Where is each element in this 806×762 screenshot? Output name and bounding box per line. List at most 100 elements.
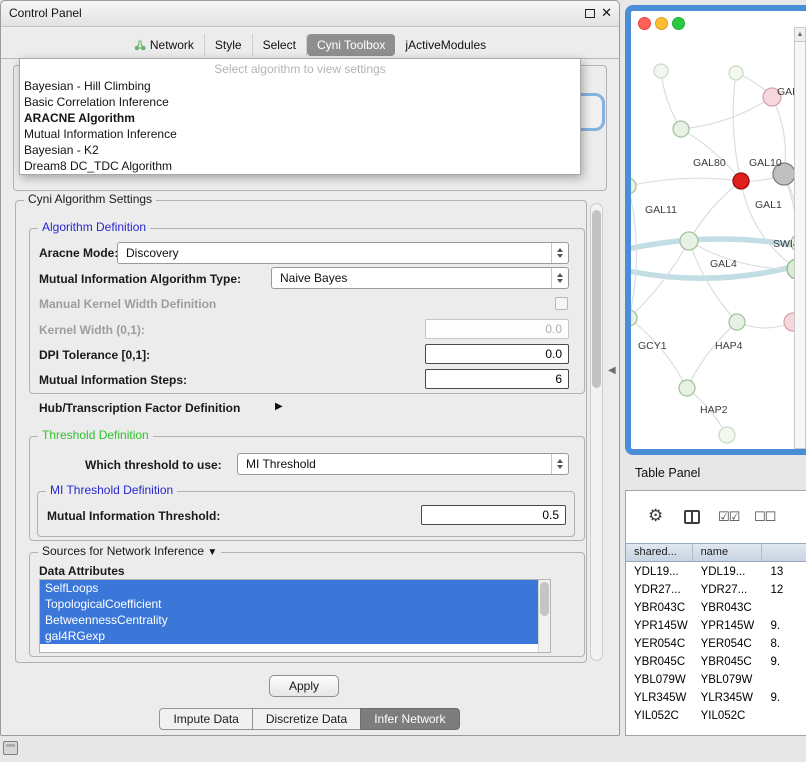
attribute-item-topologicalcoefficient[interactable]: TopologicalCoefficient [40,596,550,612]
manual-kernel-width-checkbox[interactable] [555,297,568,310]
network-edge[interactable] [631,178,741,186]
algorithm-option-aracne-algorithm[interactable]: ARACNE Algorithm [20,110,580,126]
network-edge[interactable] [681,129,741,181]
table-column-header-name[interactable]: name [693,544,763,561]
attributes-scrollbar-thumb[interactable] [540,582,549,616]
tab-cyni-toolbox[interactable]: Cyni Toolbox [307,34,395,56]
bottom-tab-infer-network[interactable]: Infer Network [360,708,459,730]
table-row[interactable]: YDR27...YDR27...12 [626,581,806,599]
which-threshold-select[interactable]: MI Threshold [237,453,569,475]
combo-arrows-icon [551,243,568,263]
table-cell: 9. [763,689,806,707]
attribute-item-gal4rgexp[interactable]: gal4RGexp [40,628,550,644]
attribute-item-betweennesscentrality[interactable]: BetweennessCentrality [40,612,550,628]
tab-label: Network [150,38,194,52]
table-panel-title: Table Panel [635,466,700,480]
window-minimize-traffic-icon[interactable] [655,17,668,30]
deselect-all-columns-icon[interactable]: ☐☐ [754,509,775,525]
tab-label: Select [263,38,296,52]
network-node[interactable] [680,232,698,250]
network-edge[interactable] [689,181,741,241]
tab-network[interactable]: Network [124,34,205,56]
scroll-up-icon[interactable]: ▲ [795,28,805,42]
network-vertical-scrollbar[interactable]: ▲ [794,27,806,449]
splitter-collapse-icon[interactable]: ◀ [608,365,616,376]
network-edge[interactable] [733,73,741,181]
window-close-traffic-icon[interactable] [638,17,651,30]
gear-icon[interactable]: ⚙ [648,506,663,526]
network-canvas[interactable]: GALGAL80GAL10GAL11GAL1SWI4GAL4GCY1HAP4YH… [631,11,806,449]
minimized-panel-icon[interactable] [3,741,18,755]
algorithm-option-dream8-dc-tdc-algorithm[interactable]: Dream8 DC_TDC Algorithm [20,158,580,174]
network-node[interactable] [654,64,668,78]
dpi-tolerance-field[interactable]: 0.0 [425,344,569,364]
attributes-scrollbar[interactable] [538,580,550,652]
window-title: Control Panel [9,6,82,20]
table-row[interactable]: YIL052CYIL052C [626,707,806,725]
network-edge[interactable] [661,71,681,129]
network-node[interactable] [733,173,749,189]
kernel-width-field[interactable]: 0.0 [425,319,569,339]
table-row[interactable]: YER054CYER054C8. [626,635,806,653]
columns-icon[interactable] [684,510,700,524]
settings-scrollbar-thumb[interactable] [592,210,601,388]
network-node[interactable] [719,427,735,443]
table-cell [763,707,806,725]
window-zoom-traffic-icon[interactable] [672,17,685,30]
table-row[interactable]: YDL19...YDL19...13 [626,563,806,581]
table-cell: YBR045C [693,653,763,671]
network-node[interactable] [673,121,689,137]
table-row[interactable]: YBR043CYBR043C [626,599,806,617]
network-node[interactable] [631,178,636,194]
combo-arrows-icon [551,454,568,474]
bottom-tab-impute-data[interactable]: Impute Data [159,708,252,730]
close-icon[interactable]: ✕ [601,5,612,21]
network-node[interactable] [729,66,743,80]
cyni-algorithm-settings-title: Cyni Algorithm Settings [24,192,156,206]
table-row[interactable]: YLR345WYLR345W9. [626,689,806,707]
aracne-mode-select[interactable]: Discovery [117,242,569,264]
float-window-icon[interactable] [585,9,595,18]
select-all-columns-icon[interactable]: ☑☑ [718,509,739,525]
table-column-header-shared[interactable]: shared... [626,544,693,561]
data-attributes-list: SelfLoopsTopologicalCoefficientBetweenne… [40,580,550,644]
algorithm-option-basic-correlation-inference[interactable]: Basic Correlation Inference [20,94,580,110]
mi-algorithm-type-select[interactable]: Naive Bayes [271,267,569,289]
settings-scrollbar[interactable] [590,203,603,661]
table-cell: YPR145W [626,617,693,635]
bottom-tab-discretize-data[interactable]: Discretize Data [252,708,361,730]
table-row[interactable]: YBL079WYBL079W [626,671,806,689]
network-edge[interactable] [631,318,687,388]
apply-button[interactable]: Apply [269,675,339,697]
tab-jactivemodules[interactable]: jActiveModules [395,34,496,56]
node-label-gal1: GAL1 [755,199,782,211]
mi-steps-label: Mutual Information Steps: [39,373,187,387]
network-edge[interactable] [681,97,772,129]
network-node[interactable] [679,380,695,396]
hub-section-label[interactable]: Hub/Transcription Factor Definition [39,401,240,415]
algorithm-option-bayesian-hill-climbing[interactable]: Bayesian - Hill Climbing [20,78,580,94]
sources-collapse-down-icon[interactable]: ▼ [207,547,217,558]
network-edge[interactable] [687,322,737,388]
algorithm-option-bayesian-k2[interactable]: Bayesian - K2 [20,142,580,158]
control-panel-window: Control Panel ✕ Network Style Select Cyni T… [0,0,620,736]
algorithm-option-mutual-information-inference[interactable]: Mutual Information Inference [20,126,580,142]
table-column-header-2[interactable] [762,544,806,561]
attribute-item-selfloops[interactable]: SelfLoops [40,580,550,596]
mi-steps-field[interactable]: 6 [425,369,569,389]
manual-kernel-width-label: Manual Kernel Width Definition [39,297,216,311]
tab-style[interactable]: Style [205,34,253,56]
which-threshold-value: MI Threshold [238,457,551,471]
table-row[interactable]: YPR145WYPR145W9. [626,617,806,635]
network-edge[interactable] [741,181,797,269]
network-edge[interactable] [631,186,637,318]
table-row[interactable]: YBR045CYBR045C9. [626,653,806,671]
mi-threshold-label: Mutual Information Threshold: [47,509,220,523]
table-header-row: shared...name [626,543,806,562]
tab-select[interactable]: Select [253,34,307,56]
mi-threshold-field[interactable]: 0.5 [421,505,566,525]
sources-title[interactable]: Sources for Network Inference [42,544,204,558]
table-toolbar: ⚙ ☑☑ ☐☐ [626,491,806,541]
network-node[interactable] [729,314,745,330]
aracne-mode-label: Aracne Mode: [39,246,118,260]
